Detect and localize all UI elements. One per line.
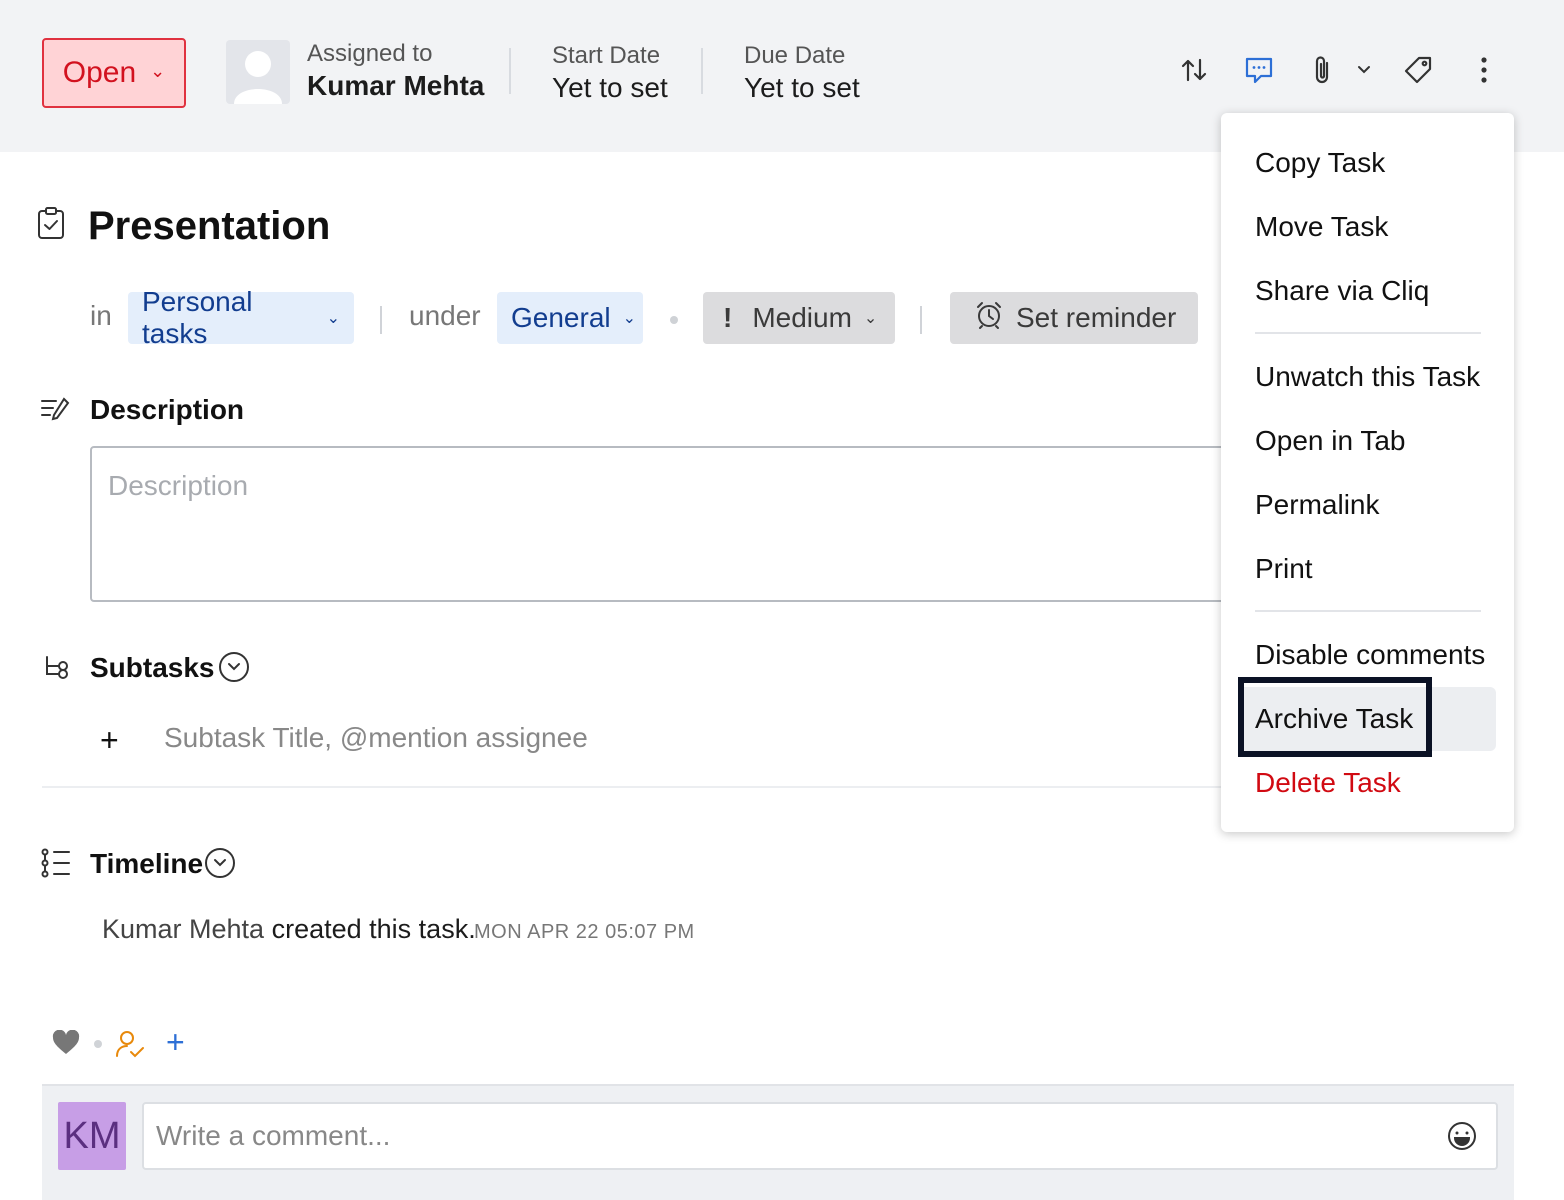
- priority-exclamation-icon: !: [723, 302, 733, 333]
- user-avatar: KM: [58, 1102, 126, 1170]
- header-divider: [509, 48, 511, 94]
- in-label: in: [90, 300, 112, 331]
- description-placeholder: Description: [108, 470, 249, 501]
- tasklist-label: Personal tasks: [142, 286, 253, 349]
- status-label: Open: [62, 56, 137, 89]
- status-dropdown[interactable]: Open ⌄: [42, 38, 186, 108]
- menu-item-share-via-cliq[interactable]: Share via Cliq: [1255, 275, 1429, 307]
- comment-input[interactable]: Write a comment...: [142, 1102, 1498, 1170]
- alarm-clock-icon: [974, 300, 1004, 337]
- menu-item-print[interactable]: Print: [1255, 553, 1313, 585]
- followers-icon[interactable]: [114, 1028, 146, 1065]
- section-label: General: [511, 302, 611, 333]
- chevron-down-icon: ⌄: [150, 60, 166, 81]
- start-date-label: Start Date: [552, 42, 661, 69]
- set-reminder-button[interactable]: Set reminder: [950, 292, 1198, 344]
- timeline-timestamp: MON APR 22 05:07 PM: [474, 921, 695, 943]
- header-divider: [701, 48, 703, 94]
- description-edit-icon: [40, 396, 72, 428]
- meta-divider: [380, 306, 382, 334]
- reaction-dot: [94, 1040, 102, 1048]
- description-input[interactable]: Description: [90, 446, 1270, 602]
- chevron-down-icon: ⌄: [326, 310, 340, 327]
- tasklist-dropdown[interactable]: Personal tasks ⌄: [128, 286, 354, 349]
- due-date-value[interactable]: Yet to set: [744, 72, 860, 104]
- under-label: under: [409, 300, 481, 331]
- menu-item-delete-task[interactable]: Delete Task: [1255, 767, 1401, 799]
- task-checklist-icon: [36, 206, 66, 240]
- comment-placeholder: Write a comment...: [156, 1120, 391, 1151]
- meta-dot: [670, 316, 678, 324]
- assignee-avatar[interactable]: [226, 40, 290, 104]
- menu-item-move-task[interactable]: Move Task: [1255, 211, 1388, 243]
- subtasks-collapse-icon[interactable]: [219, 652, 249, 682]
- priority-dropdown[interactable]: ! Medium ⌄: [703, 292, 895, 344]
- subtask-tree-icon: [42, 654, 74, 686]
- timeline-user[interactable]: Kumar Mehta: [102, 914, 264, 944]
- chevron-down-icon[interactable]: [1346, 52, 1382, 88]
- menu-divider: [1255, 332, 1481, 334]
- comment-chat-icon[interactable]: [1241, 52, 1277, 88]
- section-divider: [42, 786, 1222, 788]
- section-dropdown[interactable]: General ⌄: [497, 292, 643, 344]
- chevron-down-icon: ⌄: [863, 310, 878, 327]
- more-vertical-icon[interactable]: [1466, 52, 1502, 88]
- timeline-entry: Kumar Mehta created this task.: [102, 914, 476, 945]
- task-title[interactable]: Presentation: [88, 204, 330, 249]
- menu-item-permalink[interactable]: Permalink: [1255, 489, 1379, 521]
- emoji-icon[interactable]: [1446, 1120, 1478, 1152]
- menu-item-copy-task[interactable]: Copy Task: [1255, 147, 1385, 179]
- description-heading: Description: [90, 394, 245, 425]
- tag-icon[interactable]: [1400, 52, 1436, 88]
- set-reminder-label: Set reminder: [1016, 302, 1177, 333]
- start-date-value[interactable]: Yet to set: [552, 72, 668, 104]
- subtask-input[interactable]: Subtask Title, @mention assignee: [164, 722, 588, 754]
- priority-label: Medium: [752, 302, 852, 333]
- menu-item-unwatch-task[interactable]: Unwatch this Task: [1255, 361, 1480, 393]
- assignee-name[interactable]: Kumar Mehta: [307, 70, 484, 102]
- timeline-text: created this task.: [271, 914, 476, 944]
- assigned-to-label: Assigned to: [307, 40, 433, 67]
- timeline-heading: Timeline: [90, 848, 204, 879]
- timeline-collapse-icon[interactable]: [205, 848, 235, 878]
- archive-task-focus-outline: [1238, 677, 1432, 757]
- attachment-icon[interactable]: [1305, 52, 1341, 88]
- menu-divider: [1255, 610, 1481, 612]
- meta-divider: [920, 306, 922, 334]
- swap-icon[interactable]: [1176, 52, 1212, 88]
- subtasks-heading: Subtasks: [90, 652, 215, 683]
- add-follower-button[interactable]: +: [166, 1024, 185, 1061]
- add-subtask-button[interactable]: +: [100, 722, 119, 759]
- due-date-label: Due Date: [744, 42, 846, 69]
- menu-item-disable-comments[interactable]: Disable comments: [1255, 639, 1485, 671]
- chevron-down-icon: ⌄: [622, 310, 637, 327]
- timeline-list-icon: [40, 848, 72, 880]
- task-more-menu: Copy Task Move Task Share via Cliq Unwat…: [1221, 113, 1514, 832]
- heart-icon[interactable]: [52, 1029, 80, 1061]
- menu-item-open-in-tab[interactable]: Open in Tab: [1255, 425, 1406, 457]
